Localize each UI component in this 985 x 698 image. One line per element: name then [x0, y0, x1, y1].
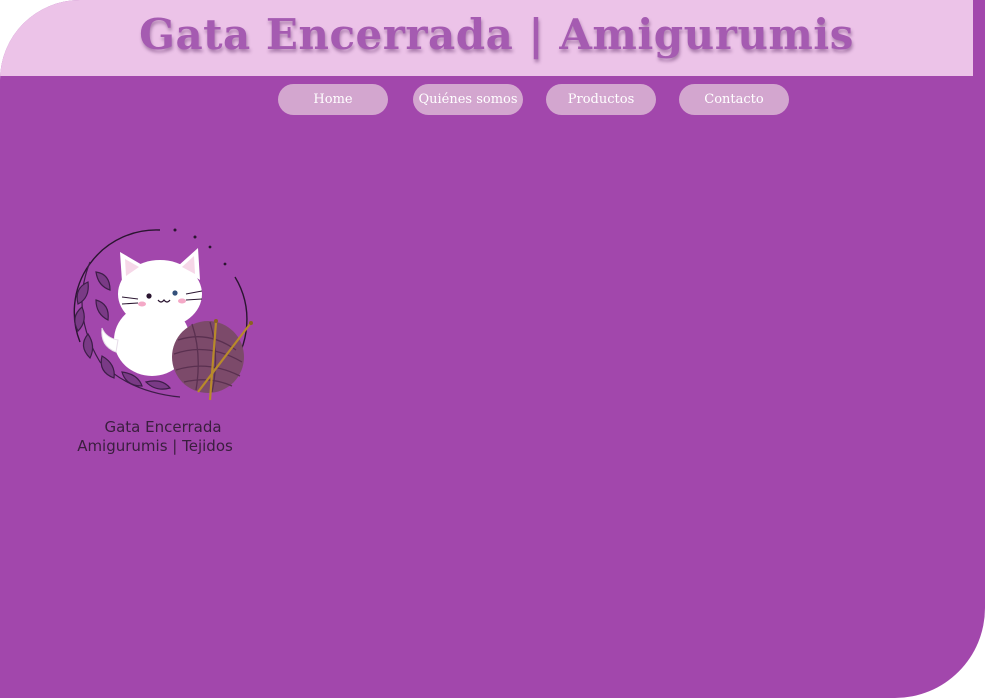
- nav-home-button[interactable]: Home: [278, 84, 388, 115]
- site-title: Gata Encerrada | Amigurumis: [139, 10, 854, 59]
- cat-yarn-logo-icon: [73, 228, 253, 401]
- logo-brand-name: Gata Encerrada: [104, 418, 222, 436]
- page-background: Gata Encerrada | Amigurumis Home Quiénes…: [0, 0, 985, 698]
- nav-products-button[interactable]: Productos: [546, 84, 656, 115]
- nav-about-button[interactable]: Quiénes somos: [413, 84, 523, 115]
- brand-logo: Gata Encerrada Amigurumis | Tejidos: [60, 222, 260, 462]
- logo-tagline: Amigurumis | Tejidos: [77, 437, 233, 455]
- main-navigation: Home Quiénes somos Productos Contacto: [0, 84, 985, 116]
- nav-contact-button[interactable]: Contacto: [679, 84, 789, 115]
